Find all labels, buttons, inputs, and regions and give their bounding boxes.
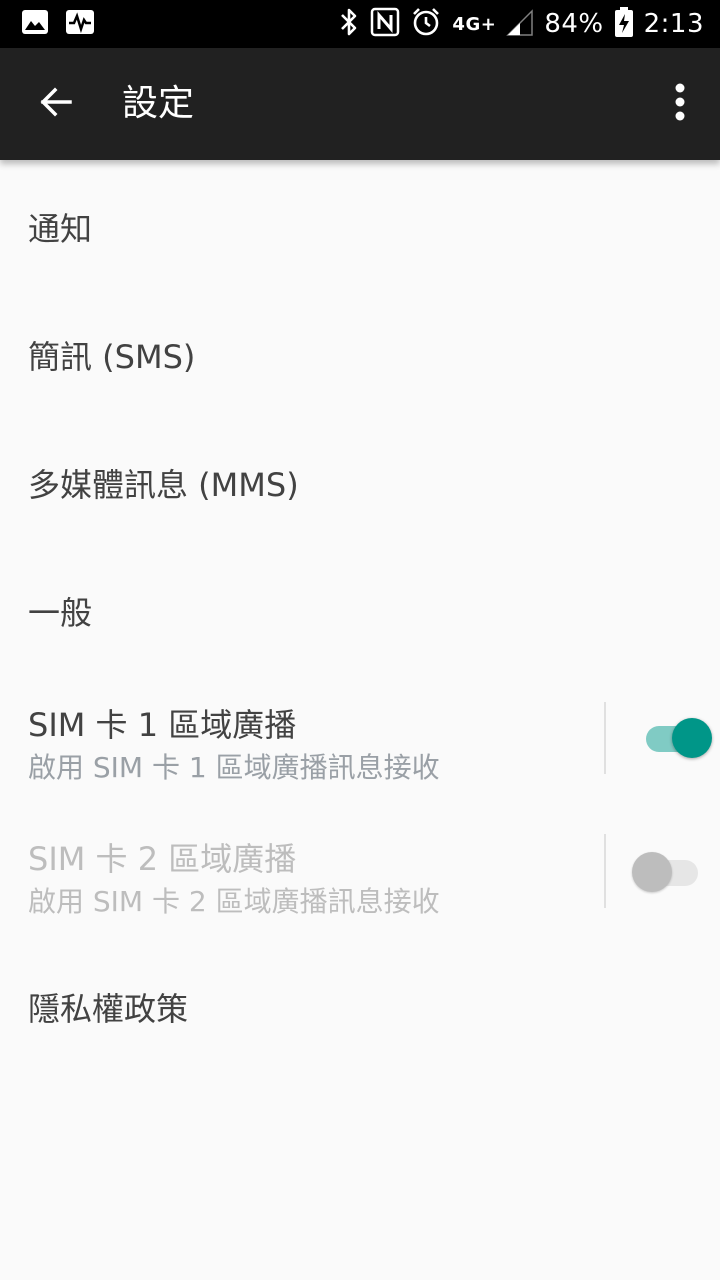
settings-item-summary: 啟用 SIM 卡 2 區域廣播訊息接收 [28,885,440,918]
status-bar: 4G+ 84% 2:13 [0,0,720,48]
bluetooth-icon [338,6,360,42]
settings-item-sms[interactable]: 簡訊 (SMS) [0,290,720,418]
battery-percent: 84% [544,9,604,39]
settings-item-label: SIM 卡 2 區域廣播 [28,840,297,878]
image-icon [20,7,50,41]
nfc-icon [370,7,400,41]
page-title: 設定 [122,83,195,124]
settings-item-label: 簡訊 (SMS) [28,338,196,376]
divider [604,702,606,774]
settings-item-label: 一般 [28,594,93,632]
toggle-thumb [632,852,672,892]
settings-item-label: 隱私權政策 [28,990,189,1028]
toggle-thumb [672,718,712,758]
sim2-broadcast-toggle[interactable] [632,852,700,892]
settings-item-label: SIM 卡 1 區域廣播 [28,706,297,744]
settings-item-label: 通知 [28,210,93,248]
app-toolbar: 設定 [0,48,720,160]
divider [604,834,606,908]
settings-item-sim1-cell-broadcast[interactable]: SIM 卡 1 區域廣播 啟用 SIM 卡 1 區域廣播訊息接收 [0,674,720,806]
clock: 2:13 [643,9,704,39]
network-type: 4G+ [452,13,497,35]
settings-item-notifications[interactable]: 通知 [0,162,720,290]
settings-item-sim2-cell-broadcast[interactable]: SIM 卡 2 區域廣播 啟用 SIM 卡 2 區域廣播訊息接收 [0,806,720,938]
sim1-broadcast-toggle[interactable] [646,718,714,758]
settings-item-summary: 啟用 SIM 卡 1 區域廣播訊息接收 [28,751,440,784]
settings-item-label: 多媒體訊息 (MMS) [28,466,299,504]
battery-charging-icon [614,6,634,42]
settings-item-mms[interactable]: 多媒體訊息 (MMS) [0,418,720,546]
more-options-button[interactable] [660,76,700,132]
settings-item-general[interactable]: 一般 [0,546,720,674]
signal-icon [506,7,534,41]
back-button[interactable] [28,76,84,132]
alarm-icon [410,6,442,42]
settings-item-privacy-policy[interactable]: 隱私權政策 [0,938,720,1066]
arrow-back-icon [38,84,74,124]
activity-icon [64,7,96,41]
more-vert-icon [674,82,686,126]
